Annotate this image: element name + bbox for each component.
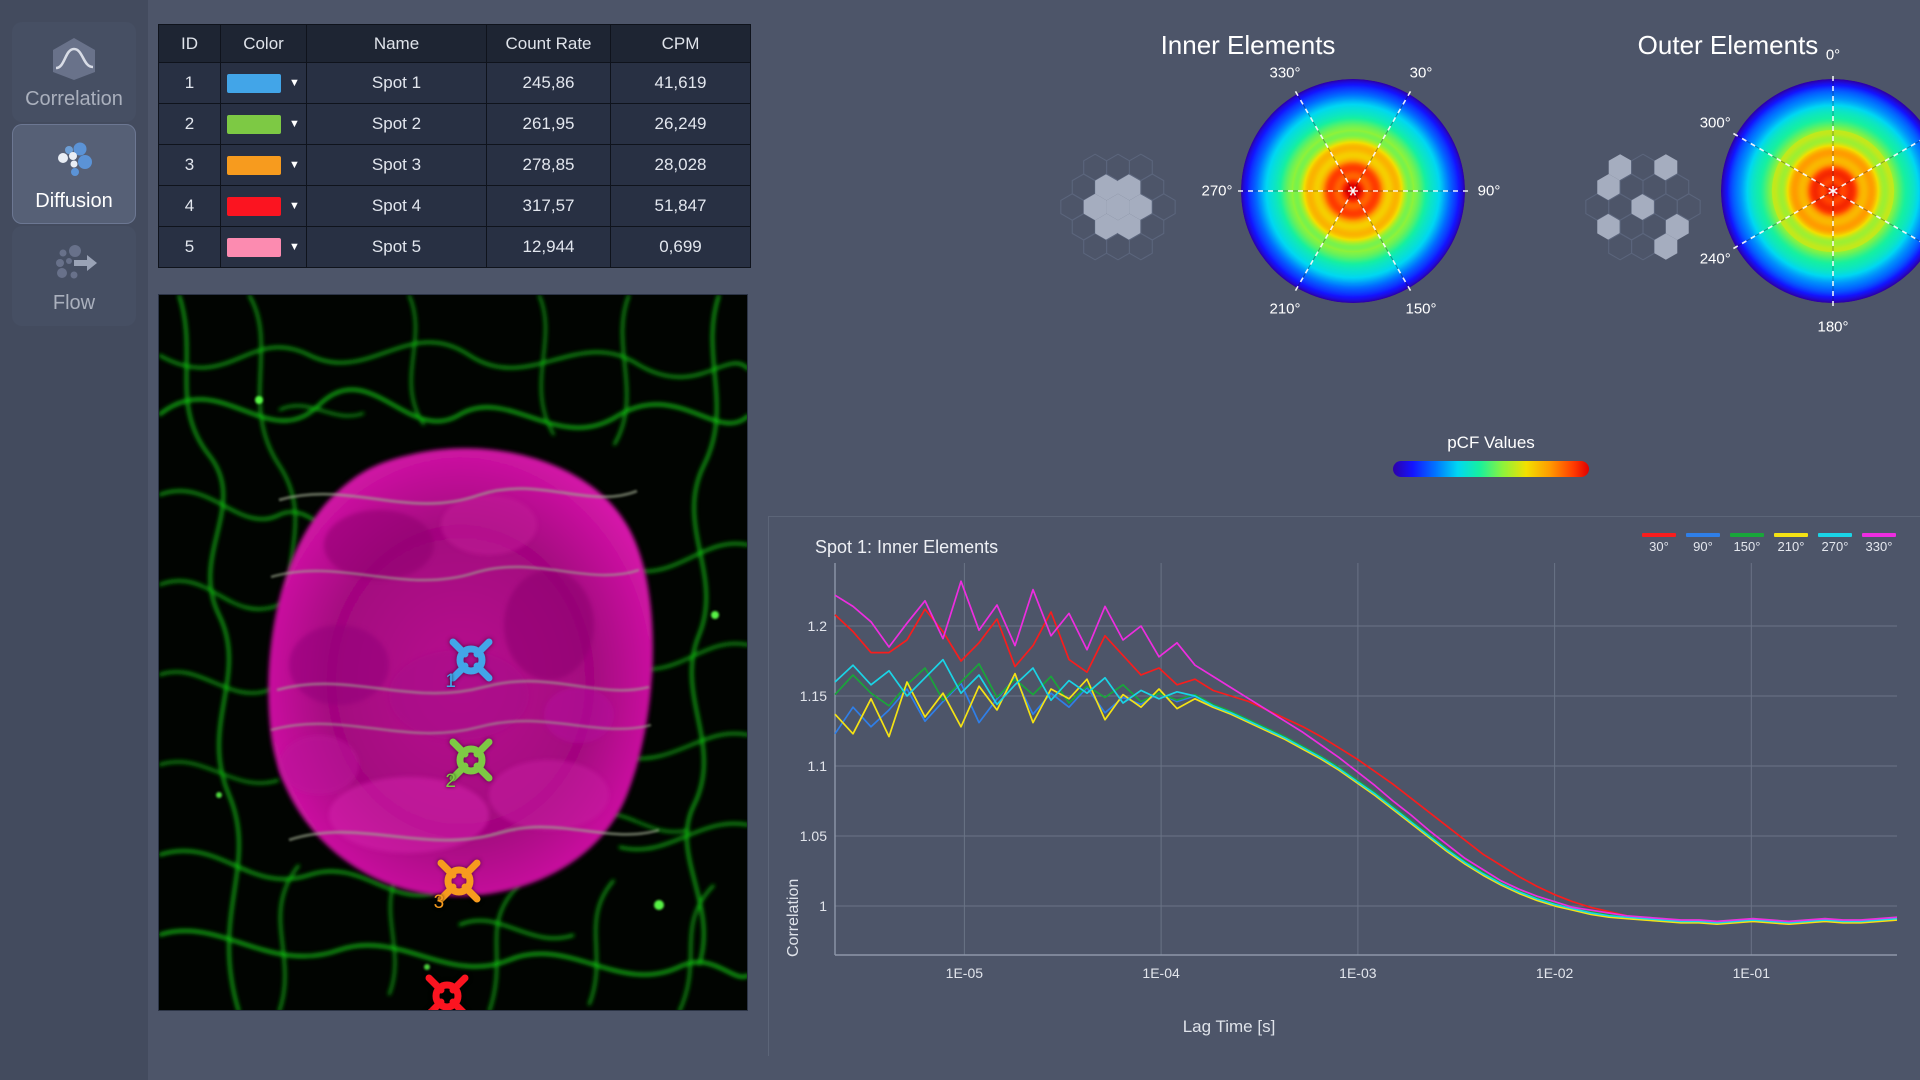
cell-color[interactable]: ▼: [221, 186, 307, 227]
colorbar-title: pCF Values: [1447, 433, 1535, 453]
particles-icon: [47, 137, 101, 185]
cell-color[interactable]: ▼: [221, 227, 307, 268]
color-swatch[interactable]: [227, 74, 281, 93]
cell-id: 2: [159, 104, 221, 145]
main-panel: ID Color Name Count Rate CPM 1▼Spot 1245…: [148, 0, 1920, 1080]
cell-color[interactable]: ▼: [221, 63, 307, 104]
cell-name[interactable]: Spot 3: [307, 145, 487, 186]
cell-count-rate: 245,86: [487, 63, 611, 104]
chevron-down-icon[interactable]: ▼: [289, 201, 300, 212]
cell-name[interactable]: Spot 2: [307, 104, 487, 145]
outer-elements-title: Outer Elements: [1638, 30, 1819, 61]
table-row[interactable]: 4 ▼ Spot 4317,5751,847: [159, 186, 751, 227]
polar-angle-label: 300°: [1700, 115, 1731, 132]
cell-cpm: 0,699: [611, 227, 751, 268]
column-header-count-rate[interactable]: Count Rate: [487, 25, 611, 63]
spot-marker-label: 2: [445, 771, 456, 793]
polar-angle-label: 0°: [1826, 47, 1840, 64]
polar-angle-label: 90°: [1478, 183, 1501, 200]
inner-elements-hex-icon: [1053, 150, 1183, 270]
chevron-down-icon[interactable]: ▼: [289, 242, 300, 253]
sidebar-item-label: Flow: [53, 293, 95, 313]
column-header-color[interactable]: Color: [221, 25, 307, 63]
cell-name[interactable]: Spot 5: [307, 227, 487, 268]
chevron-down-icon[interactable]: ▼: [289, 119, 300, 130]
column-header-name[interactable]: Name: [307, 25, 487, 63]
table-row[interactable]: 2 ▼ Spot 2261,9526,249: [159, 104, 751, 145]
spot-marker-label: 4: [422, 1007, 433, 1011]
table-header-row: ID Color Name Count Rate CPM: [159, 25, 751, 63]
outer-elements-hex-icon: [1578, 150, 1708, 270]
cell-id: 3: [159, 145, 221, 186]
sidebar-item-label: Diffusion: [35, 191, 112, 211]
polar-angle-label: 270°: [1201, 183, 1232, 200]
table-row[interactable]: 3 ▼ Spot 3278,8528,028: [159, 145, 751, 186]
cell-id: 1: [159, 63, 221, 104]
cell-count-rate: 12,944: [487, 227, 611, 268]
cell-count-rate: 261,95: [487, 104, 611, 145]
column-header-id[interactable]: ID: [159, 25, 221, 63]
pcf-colorbar: [1393, 461, 1589, 477]
cell-cpm: 51,847: [611, 186, 751, 227]
cell-color[interactable]: ▼: [221, 104, 307, 145]
cell-name[interactable]: Spot 1: [307, 63, 487, 104]
left-column: ID Color Name Count Rate CPM 1▼Spot 1245…: [148, 0, 768, 1080]
cell-id: 4: [159, 186, 221, 227]
inner-elements-polar-plot[interactable]: [1238, 76, 1468, 306]
polar-angle-label: 330°: [1269, 65, 1300, 82]
polar-angle-label: 240°: [1700, 251, 1731, 268]
column-header-cpm[interactable]: CPM: [611, 25, 751, 63]
cell-cpm: 26,249: [611, 104, 751, 145]
polar-angle-label: 210°: [1269, 300, 1300, 317]
table-row[interactable]: 5 ▼ Spot 512,9440,699: [159, 227, 751, 268]
spot-marker-label: 1: [445, 671, 456, 693]
chevron-down-icon[interactable]: ▼: [289, 160, 300, 171]
chevron-down-icon[interactable]: ▼: [289, 78, 300, 89]
table-row[interactable]: 1 ▼ Spot 1245,8641,619: [159, 63, 751, 104]
cell-cpm: 41,619: [611, 63, 751, 104]
correlation-chart-canvas[interactable]: [769, 517, 1920, 1057]
hexagon-wave-icon: [47, 35, 101, 83]
inner-elements-title: Inner Elements: [1161, 30, 1336, 61]
spots-table: ID Color Name Count Rate CPM 1▼Spot 1245…: [158, 24, 751, 268]
right-column: Inner Elements 30° 90° 150° 210° 270° 330° Ou…: [768, 0, 1920, 1080]
polar-angle-label: 180°: [1817, 319, 1848, 336]
spot-marker[interactable]: [420, 969, 474, 1011]
sidebar-item-correlation[interactable]: Correlation: [12, 22, 136, 122]
cell-color[interactable]: ▼: [221, 145, 307, 186]
polar-angle-label: 150°: [1405, 300, 1436, 317]
particles-arrow-icon: [47, 239, 101, 287]
cell-name[interactable]: Spot 4: [307, 186, 487, 227]
cell-cpm: 28,028: [611, 145, 751, 186]
outer-elements-polar-plot[interactable]: [1718, 76, 1920, 306]
sidebar-item-flow[interactable]: Flow: [12, 226, 136, 326]
sidebar: Correlation Diffusion: [0, 0, 148, 1080]
application-window: Correlation Diffusion: [0, 0, 1920, 1080]
color-swatch[interactable]: [227, 115, 281, 134]
color-swatch[interactable]: [227, 156, 281, 175]
sidebar-item-label: Correlation: [25, 89, 123, 109]
polar-plots-section: Inner Elements 30° 90° 150° 210° 270° 330° Ou…: [768, 0, 1920, 500]
microscopy-image-view[interactable]: 12345: [158, 294, 748, 1011]
polar-angle-label: 30°: [1410, 65, 1433, 82]
color-swatch[interactable]: [227, 238, 281, 257]
color-swatch[interactable]: [227, 197, 281, 216]
spot-marker-label: 3: [434, 892, 445, 914]
cell-count-rate: 278,85: [487, 145, 611, 186]
correlation-chart-panel: Spot 1: Inner Elements 30°90°150°210°270…: [768, 516, 1920, 1056]
cell-count-rate: 317,57: [487, 186, 611, 227]
sidebar-item-diffusion[interactable]: Diffusion: [12, 124, 136, 224]
cell-id: 5: [159, 227, 221, 268]
